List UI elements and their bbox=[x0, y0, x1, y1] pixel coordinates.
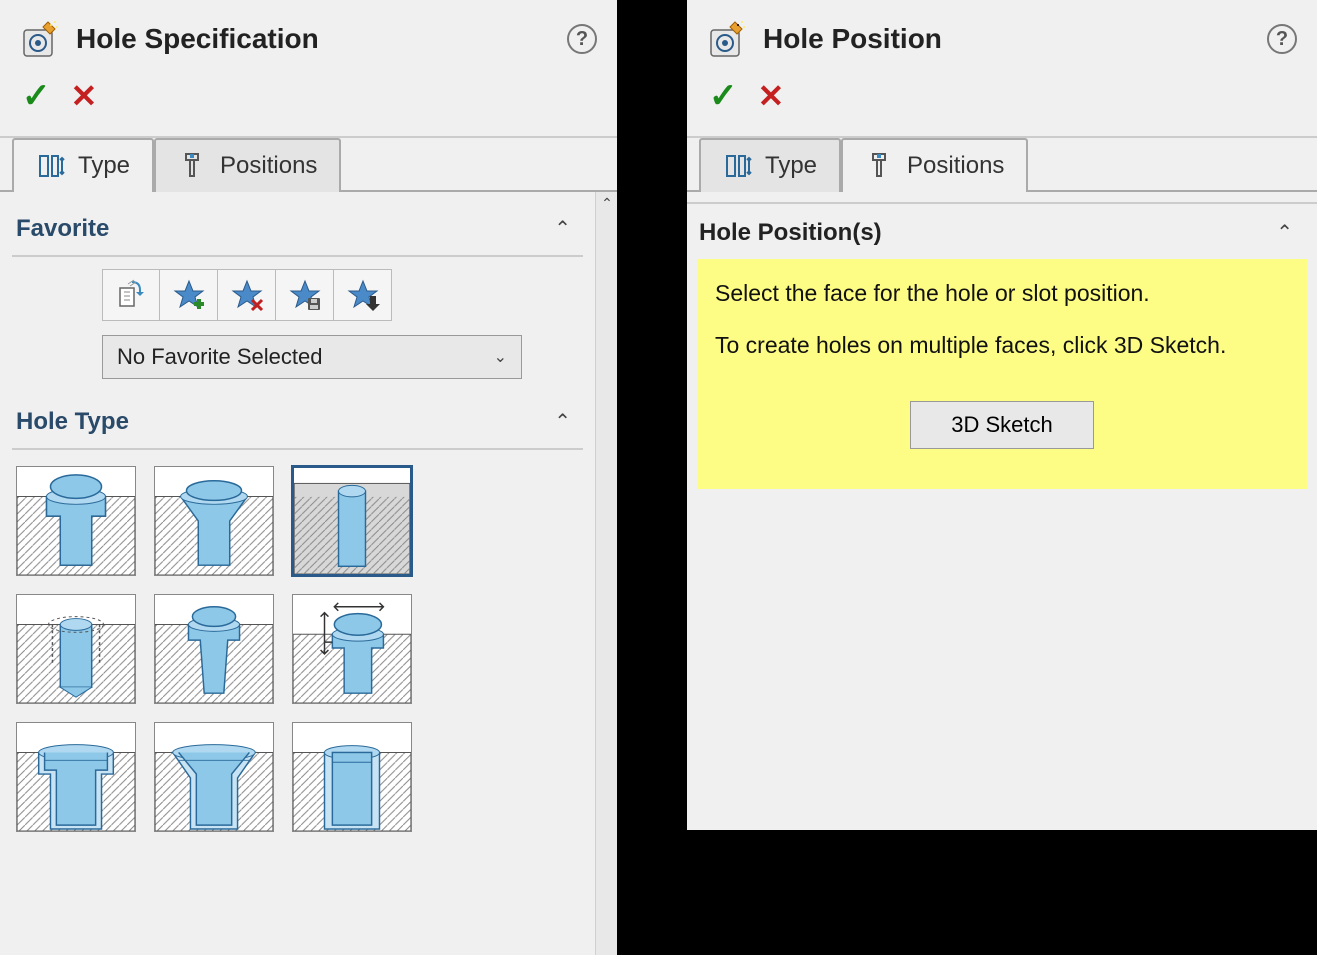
chevron-down-icon: ⌄ bbox=[494, 347, 507, 367]
scrollbar[interactable]: ⌃ bbox=[595, 192, 617, 955]
ok-button[interactable]: ✓ bbox=[709, 76, 738, 116]
section-title: Hole Position(s) bbox=[699, 219, 882, 247]
hole-type-hole[interactable] bbox=[292, 466, 412, 576]
type-tab-icon bbox=[723, 150, 755, 182]
type-tab-icon bbox=[36, 150, 68, 182]
favorite-dropdown[interactable]: No Favorite Selected ⌄ bbox=[102, 335, 522, 379]
hole-type-tapered-tap[interactable] bbox=[154, 594, 274, 704]
hole-type-countersink-slot[interactable] bbox=[154, 722, 274, 832]
remove-favorite-button[interactable] bbox=[218, 269, 276, 321]
star-down-icon bbox=[346, 278, 380, 312]
cancel-button[interactable]: ✕ bbox=[758, 77, 785, 115]
tab-label: Positions bbox=[220, 152, 317, 180]
tab-label: Positions bbox=[907, 152, 1004, 180]
hole-type-counterbore[interactable] bbox=[16, 466, 136, 576]
positions-tab-icon bbox=[865, 150, 897, 182]
apply-defaults-button[interactable] bbox=[102, 269, 160, 321]
hint-box: Select the face for the hole or slot pos… bbox=[697, 259, 1307, 489]
hint-text-1: Select the face for the hole or slot pos… bbox=[715, 277, 1289, 309]
star-save-icon bbox=[288, 278, 322, 312]
hole-position-panel: Hole Position ? ✓ ✕ Type bbox=[687, 0, 1317, 830]
content-area: Favorite ⌃ bbox=[0, 192, 617, 955]
ok-cancel-bar: ✓ ✕ bbox=[0, 70, 617, 136]
hole-type-grid bbox=[12, 462, 583, 836]
ok-cancel-bar: ✓ ✕ bbox=[687, 70, 1317, 136]
panel-header: Hole Specification ? bbox=[0, 0, 617, 70]
hole-wizard-icon bbox=[707, 18, 749, 60]
add-favorite-button[interactable] bbox=[160, 269, 218, 321]
section-header-favorite: Favorite ⌃ bbox=[12, 206, 583, 257]
hole-specification-panel: Hole Specification ? ✓ ✕ Type bbox=[0, 0, 617, 955]
tab-bar: Type Positions bbox=[687, 138, 1317, 192]
hole-type-slot[interactable] bbox=[292, 722, 412, 832]
tab-positions[interactable]: Positions bbox=[154, 138, 341, 192]
help-icon[interactable]: ? bbox=[1267, 24, 1297, 54]
dropdown-value: No Favorite Selected bbox=[117, 344, 322, 370]
collapse-positions-icon[interactable]: ⌃ bbox=[1268, 216, 1301, 249]
load-favorite-button[interactable] bbox=[334, 269, 392, 321]
tab-label: Type bbox=[78, 152, 130, 180]
hint-text-2: To create holes on multiple faces, click… bbox=[715, 329, 1289, 361]
scroll-up-icon[interactable]: ⌃ bbox=[596, 192, 617, 214]
hole-type-legacy-hole[interactable] bbox=[292, 594, 412, 704]
hole-type-countersink[interactable] bbox=[154, 466, 274, 576]
collapse-favorite-icon[interactable]: ⌃ bbox=[546, 212, 579, 245]
save-favorite-button[interactable] bbox=[276, 269, 334, 321]
3d-sketch-button[interactable]: 3D Sketch bbox=[910, 401, 1094, 449]
tab-label: Type bbox=[765, 152, 817, 180]
hole-type-counterbore-slot[interactable] bbox=[16, 722, 136, 832]
section-title: Favorite bbox=[16, 215, 109, 243]
tab-type[interactable]: Type bbox=[12, 138, 154, 192]
panel-header: Hole Position ? bbox=[687, 0, 1317, 70]
collapse-holetype-icon[interactable]: ⌃ bbox=[546, 405, 579, 438]
tab-type[interactable]: Type bbox=[699, 138, 841, 192]
doc-arrow-icon bbox=[114, 278, 148, 312]
ok-button[interactable]: ✓ bbox=[22, 76, 51, 116]
hole-wizard-icon bbox=[20, 18, 62, 60]
scroll-content: Favorite ⌃ bbox=[0, 192, 595, 955]
page-title: Hole Specification bbox=[76, 23, 553, 55]
hole-type-straight-tap[interactable] bbox=[16, 594, 136, 704]
page-title: Hole Position bbox=[763, 23, 1253, 55]
tab-positions[interactable]: Positions bbox=[841, 138, 1028, 192]
help-icon[interactable]: ? bbox=[567, 24, 597, 54]
positions-tab-icon bbox=[178, 150, 210, 182]
section-header-positions: Hole Position(s) ⌃ bbox=[687, 204, 1317, 259]
cancel-button[interactable]: ✕ bbox=[71, 77, 98, 115]
section-header-holetype: Hole Type ⌃ bbox=[12, 399, 583, 450]
tab-bar: Type Positions bbox=[0, 138, 617, 192]
star-plus-icon bbox=[172, 278, 206, 312]
star-x-icon bbox=[230, 278, 264, 312]
section-title: Hole Type bbox=[16, 408, 129, 436]
favorite-toolbar bbox=[102, 269, 583, 321]
